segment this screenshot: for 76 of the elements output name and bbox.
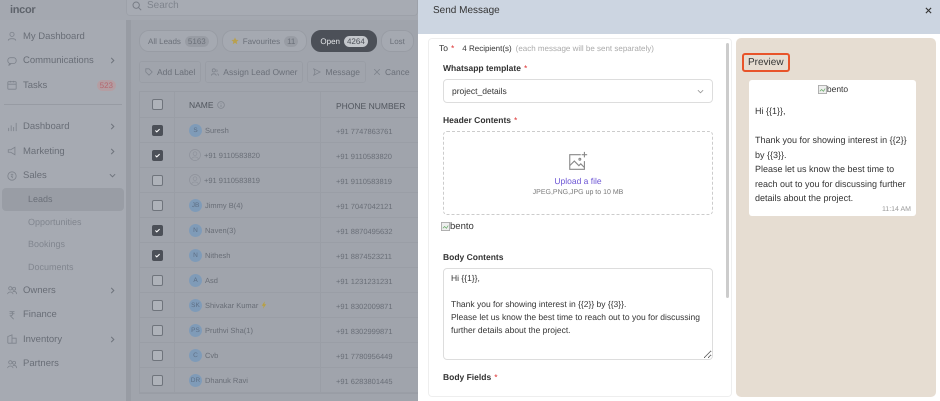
megaphone-icon	[7, 146, 17, 156]
row-checkbox[interactable]	[152, 324, 162, 336]
required-mark: *	[494, 372, 498, 382]
row-checkbox[interactable]	[152, 174, 162, 186]
image-alt-text: bento	[450, 221, 474, 232]
select-all-checkbox[interactable]	[152, 99, 162, 110]
sidebar-item[interactable]: My Dashboard	[0, 24, 126, 48]
row-checkbox[interactable]	[152, 200, 162, 210]
row-checkbox[interactable]	[152, 274, 162, 286]
dialog-title: Send Message	[433, 4, 500, 16]
field-label: Header Contents	[443, 115, 512, 125]
calendar-icon	[7, 80, 17, 90]
column-header: NAME	[189, 100, 214, 110]
message-text: Hi {{1}}, Thank you for showing interest in {{2}} by {{3}}. Please let us know the best time to reach out to you for discussing further details about the project.	[755, 105, 908, 205]
field-label: To	[439, 43, 448, 53]
filter-tab[interactable]: Lost	[380, 30, 414, 52]
row-checkbox[interactable]	[152, 300, 162, 310]
sidebar-item[interactable]: Dashboard	[0, 114, 126, 139]
chevron-down-icon	[697, 88, 704, 94]
sidebar-item[interactable]: Marketing	[0, 139, 126, 164]
check-icon	[154, 226, 160, 234]
required-mark: *	[514, 115, 518, 125]
check-icon	[154, 152, 160, 158]
row-checkbox[interactable]	[152, 250, 162, 260]
row-checkbox[interactable]	[152, 150, 162, 160]
recipient-note: (each message will be sent separately)	[516, 44, 654, 53]
required-mark: *	[450, 43, 454, 53]
check-icon	[154, 126, 160, 134]
image-alt-text: bento	[826, 84, 848, 94]
scrollbar[interactable]	[726, 43, 729, 298]
close-icon	[372, 68, 381, 76]
count-badge: 523	[96, 80, 116, 91]
users-icon	[211, 68, 220, 76]
close-icon[interactable]	[925, 6, 932, 14]
coin-icon	[7, 170, 17, 181]
count-badge: 4264	[344, 36, 368, 46]
check-icon	[154, 252, 160, 258]
sidebar-item[interactable]: Inventory	[0, 327, 126, 352]
image-add-icon	[567, 150, 589, 172]
rupee-icon	[7, 310, 17, 320]
template-dropdown[interactable]: project_details	[443, 79, 713, 103]
logo: incor	[9, 4, 36, 16]
sidebar-item[interactable]: Owners	[0, 278, 126, 302]
info-icon	[216, 100, 225, 108]
search-icon	[132, 0, 142, 10]
star-icon	[230, 37, 239, 45]
users-icon	[7, 358, 17, 369]
field-label: Body Contents	[443, 252, 504, 262]
chat-icon	[7, 56, 17, 66]
row-checkbox[interactable]	[152, 350, 162, 360]
row-checkbox[interactable]	[152, 124, 162, 136]
broken-image-icon	[818, 84, 827, 94]
field-label: Body Fields	[443, 372, 492, 382]
users-icon	[7, 285, 17, 296]
row-checkbox[interactable]	[152, 374, 162, 386]
preview-label: Preview	[742, 53, 790, 72]
tag-icon	[145, 68, 153, 76]
filter-tab[interactable]: Open 4264	[311, 30, 377, 52]
field-label: Whatsapp template	[443, 63, 521, 73]
building-icon	[7, 334, 17, 344]
send-icon	[313, 68, 322, 76]
required-mark: *	[524, 63, 528, 73]
sidebar-item[interactable]: Finance	[0, 302, 126, 327]
broken-image-icon	[441, 222, 450, 231]
chart-icon	[7, 122, 17, 132]
sidebar-item[interactable]: Communications	[0, 48, 126, 73]
upload-link[interactable]: Upload a file	[554, 176, 602, 186]
row-checkbox[interactable]	[152, 224, 162, 236]
body-field[interactable]: Hi {{1}}, Thank you for showing interest in {{2}} by {{3}}. Please let us know the best time to reach out to you for discussing further details about the project.	[443, 268, 713, 360]
sidebar-item[interactable]: Sales	[0, 164, 126, 188]
lightning-icon	[261, 301, 268, 309]
sidebar-item[interactable]: Partners	[0, 352, 126, 376]
user-icon	[7, 31, 17, 42]
sidebar-item[interactable]: Tasks 523	[0, 73, 126, 98]
recipient-count: 4 Recipient(s)	[462, 44, 512, 53]
column-header: PHONE NUMBER	[336, 100, 406, 110]
